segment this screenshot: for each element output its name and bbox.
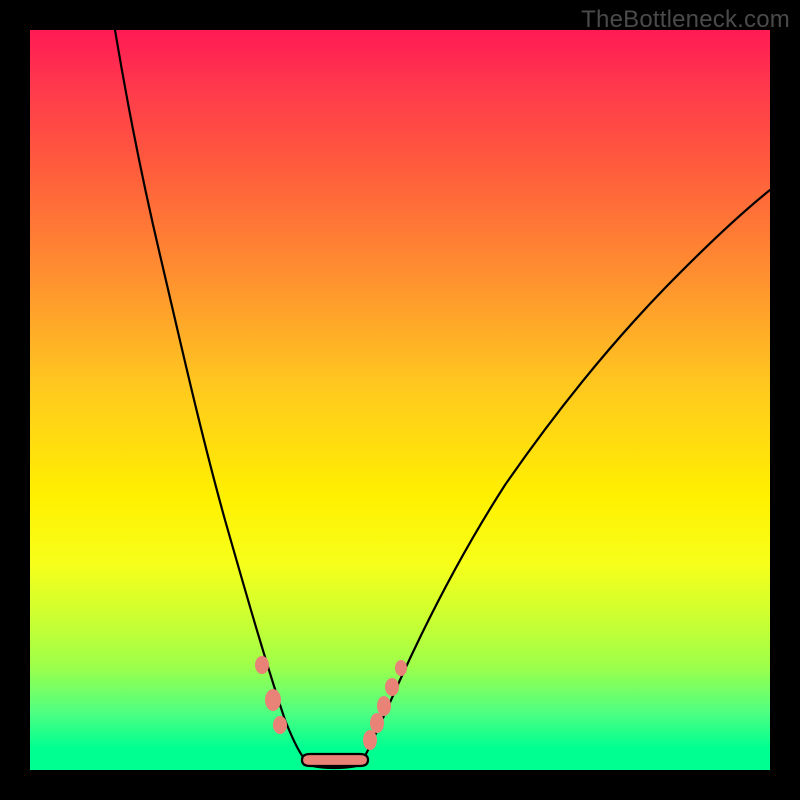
bead <box>395 660 407 676</box>
bead <box>370 713 384 733</box>
bead <box>255 656 269 674</box>
curve-right-arm <box>360 190 770 765</box>
plot-area <box>30 30 770 770</box>
watermark-text: TheBottleneck.com <box>581 6 790 34</box>
bead <box>377 696 391 716</box>
bead <box>385 678 399 696</box>
curve-left-arm <box>115 30 310 765</box>
bead <box>265 689 281 711</box>
curve-beads <box>255 656 407 766</box>
bead <box>363 730 377 750</box>
bottleneck-curve <box>30 30 770 770</box>
chart-frame: TheBottleneck.com <box>0 0 800 800</box>
bead <box>273 716 287 734</box>
bead-pill <box>302 754 368 766</box>
